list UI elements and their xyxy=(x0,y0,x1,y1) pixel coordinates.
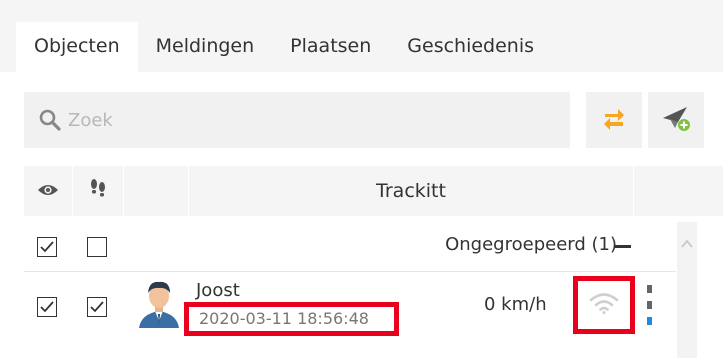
tab-meldingen[interactable]: Meldingen xyxy=(138,22,273,72)
more-options-button[interactable] xyxy=(644,285,654,325)
signal-status xyxy=(573,276,635,334)
scrollbar[interactable] xyxy=(677,222,697,358)
table-header: Trackitt xyxy=(24,166,723,216)
group-label: Ongegroepeerd (1) xyxy=(445,234,617,255)
refresh-arrows-icon xyxy=(602,104,626,136)
object-name: Joost xyxy=(196,280,240,301)
tracks-column[interactable] xyxy=(73,166,123,216)
visibility-column[interactable] xyxy=(24,166,72,216)
tab-plaatsen[interactable]: Plaatsen xyxy=(272,22,389,72)
group-tracks-checkbox[interactable] xyxy=(87,237,107,257)
group-row: Ongegroepeerd (1) xyxy=(24,222,700,272)
search-icon[interactable] xyxy=(24,92,68,148)
wifi-icon xyxy=(589,292,619,318)
object-tracks-checkbox[interactable] xyxy=(87,297,107,317)
column-trackitt[interactable]: Trackitt xyxy=(189,166,633,216)
refresh-button[interactable] xyxy=(586,92,642,148)
tab-geschiedenis[interactable]: Geschiedenis xyxy=(389,22,552,72)
tab-bar: Objecten Meldingen Plaatsen Geschiedenis xyxy=(0,0,723,72)
object-speed: 0 km/h xyxy=(484,294,547,315)
send-plus-icon xyxy=(661,104,691,136)
table-row[interactable]: Joost 2020-03-11 18:56:48 0 km/h xyxy=(24,272,700,338)
scroll-up-icon[interactable] xyxy=(681,234,693,248)
footprints-icon xyxy=(89,178,107,204)
search-input[interactable] xyxy=(68,100,528,140)
tab-objecten[interactable]: Objecten xyxy=(16,22,138,72)
eye-icon xyxy=(37,182,59,201)
add-object-button[interactable] xyxy=(648,92,704,148)
column-title: Trackitt xyxy=(376,180,446,202)
search-box xyxy=(24,92,570,148)
collapse-group-button[interactable] xyxy=(614,245,631,248)
group-visible-checkbox[interactable] xyxy=(37,237,57,257)
object-visible-checkbox[interactable] xyxy=(37,297,57,317)
last-update-timestamp: 2020-03-11 18:56:48 xyxy=(184,302,399,336)
person-avatar-icon xyxy=(135,278,183,328)
